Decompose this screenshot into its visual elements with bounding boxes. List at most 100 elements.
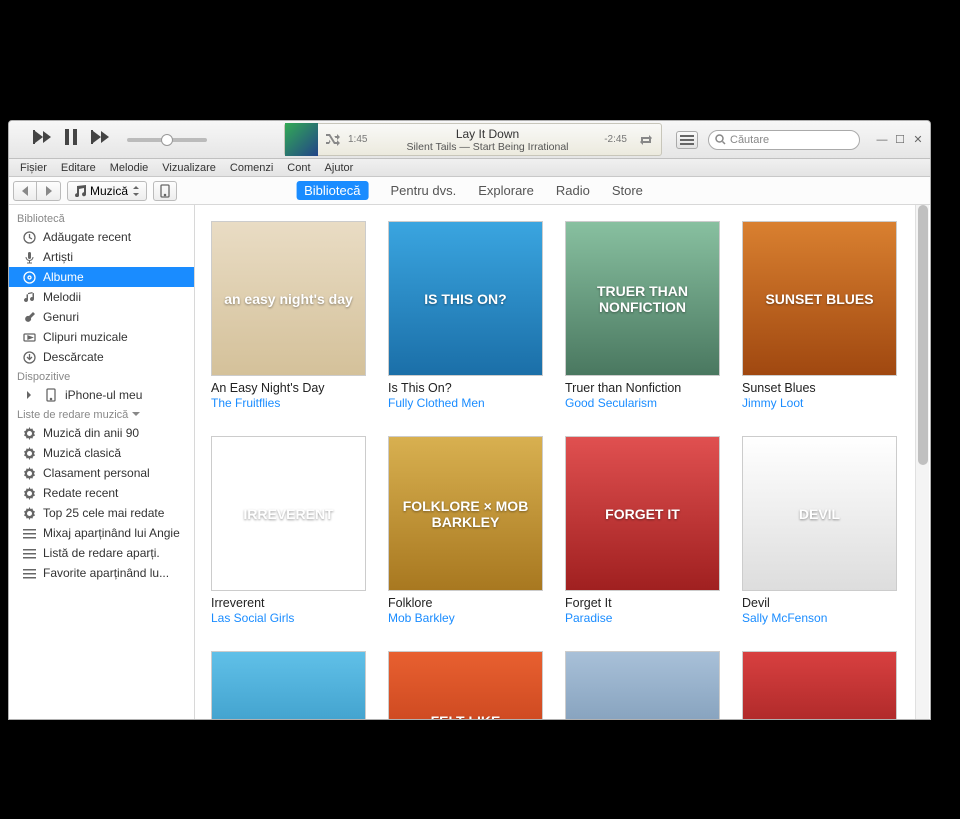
album-artist[interactable]: Good Secularism xyxy=(565,396,720,410)
album-item[interactable]: IRREVERENTIrreverentLas Social Girls xyxy=(211,436,366,625)
album-item[interactable]: FOLKLORE × MOB BARKLEYFolkloreMob Barkle… xyxy=(388,436,543,625)
sidebar-item-label: Artiști xyxy=(43,250,73,264)
sidebar-item-muzic-din-anii-90[interactable]: Muzică din anii 90 xyxy=(9,423,194,443)
forward-button[interactable] xyxy=(37,181,61,201)
menu-fișier[interactable]: Fișier xyxy=(13,162,54,174)
minimize-button[interactable]: — xyxy=(876,134,888,146)
sidebar-item-label: Muzică clasică xyxy=(43,446,121,460)
up-next-button[interactable] xyxy=(676,131,698,149)
album-item[interactable] xyxy=(211,651,366,719)
album-artist[interactable]: Jimmy Loot xyxy=(742,396,897,410)
repeat-icon[interactable] xyxy=(631,134,661,146)
tab-store[interactable]: Store xyxy=(612,181,643,200)
sidebar-item-clipuri-muzicale[interactable]: Clipuri muzicale xyxy=(9,327,194,347)
sidebar-item-top-25-cele-mai-redate[interactable]: Top 25 cele mai redate xyxy=(9,503,194,523)
phone-icon xyxy=(43,388,59,402)
device-button[interactable] xyxy=(153,181,177,201)
album-item[interactable]: TRUER THAN NONFICTION Truer than Nonficti… xyxy=(565,221,720,410)
sidebar-item-label: Mixaj aparținând lui Angie xyxy=(43,526,180,540)
tab-bibliotec-[interactable]: Bibliotecă xyxy=(296,181,368,200)
elapsed-time: 1:45 xyxy=(348,134,372,145)
album-artist[interactable]: Mob Barkley xyxy=(388,611,543,625)
titlebar: 1:45 Lay It Down Silent Tails — Start Be… xyxy=(9,121,930,159)
sidebar-item-mixaj-apar-in-nd-lui-angie[interactable]: Mixaj aparținând lui Angie xyxy=(9,523,194,543)
tab-explorare[interactable]: Explorare xyxy=(478,181,534,200)
album-title: Truer than Nonfiction xyxy=(565,381,720,395)
album-item[interactable]: SUNSET BLUES Sunset BluesJimmy Loot xyxy=(742,221,897,410)
media-kind-popup[interactable]: Muzică xyxy=(67,181,147,201)
list-icon xyxy=(21,567,37,580)
album-cover xyxy=(742,651,897,719)
tab-pentru-dvs-[interactable]: Pentru dvs. xyxy=(390,181,456,200)
search-input[interactable]: Căutare xyxy=(708,130,860,150)
gear-icon xyxy=(21,447,37,460)
callout-line xyxy=(680,0,681,120)
sidebar-item-label: Listă de redare aparți. xyxy=(43,546,160,560)
album-cover: FELT LIKE YESTERDAY xyxy=(388,651,543,719)
now-playing-sub: Silent Tails — Start Being Irrational xyxy=(372,141,603,153)
sidebar-item-muzic-clasic-[interactable]: Muzică clasică xyxy=(9,443,194,463)
menu-ajutor[interactable]: Ajutor xyxy=(318,162,361,174)
sidebar-item-ad-ugate-recent[interactable]: Adăugate recent xyxy=(9,227,194,247)
menu-comenzi[interactable]: Comenzi xyxy=(223,162,280,174)
menu-editare[interactable]: Editare xyxy=(54,162,103,174)
sidebar-item-device[interactable]: iPhone-ul meu xyxy=(9,385,194,405)
sidebar-item-clasament-personal[interactable]: Clasament personal xyxy=(9,463,194,483)
nav-tabs: Bibliotecă Pentru dvs. Explorare Radio Store xyxy=(296,181,643,200)
album-artist[interactable]: Paradise xyxy=(565,611,720,625)
album-artist[interactable]: Fully Clothed Men xyxy=(388,396,543,410)
sidebar-item-albume[interactable]: Albume xyxy=(9,267,194,287)
sidebar-item-arti-ti[interactable]: Artiști xyxy=(9,247,194,267)
menu-cont[interactable]: Cont xyxy=(280,162,317,174)
album-title: Sunset Blues xyxy=(742,381,897,395)
album-title: Forget It xyxy=(565,596,720,610)
album-title: An Easy Night's Day xyxy=(211,381,366,395)
sidebar-item-desc-rcate[interactable]: Descărcate xyxy=(9,347,194,367)
album-item[interactable]: FELT LIKE YESTERDAY xyxy=(388,651,543,719)
album-artist[interactable]: Las Social Girls xyxy=(211,611,366,625)
mic-icon xyxy=(21,251,37,264)
album-item[interactable]: FORGET IT Forget ItParadise xyxy=(565,436,720,625)
sidebar-item-label: Redate recent xyxy=(43,486,118,500)
back-button[interactable] xyxy=(13,181,37,201)
sidebar-item-list-de-redare-apar-i-[interactable]: Listă de redare aparți. xyxy=(9,543,194,563)
close-button[interactable]: ✕ xyxy=(912,134,924,146)
menu-vizualizare[interactable]: Vizualizare xyxy=(155,162,223,174)
album-item[interactable]: DEVILDevilSally McFenson xyxy=(742,436,897,625)
album-item[interactable] xyxy=(565,651,720,719)
sidebar-item-melodii[interactable]: Melodii xyxy=(9,287,194,307)
prev-button[interactable] xyxy=(33,130,51,149)
album-artist[interactable]: The Fruitflies xyxy=(211,396,366,410)
album-cover: an easy night's day xyxy=(211,221,366,376)
sidebar-item-redate-recent[interactable]: Redate recent xyxy=(9,483,194,503)
menu-melodie[interactable]: Melodie xyxy=(103,162,156,174)
album-cover: TRUER THAN NONFICTION xyxy=(565,221,720,376)
tab-radio[interactable]: Radio xyxy=(556,181,590,200)
album-cover: SUNSET BLUES xyxy=(742,221,897,376)
now-playing-lcd[interactable]: 1:45 Lay It Down Silent Tails — Start Be… xyxy=(284,123,662,156)
sidebar-header: Bibliotecă xyxy=(9,209,194,227)
sidebar-item-genuri[interactable]: Genuri xyxy=(9,307,194,327)
album-item[interactable] xyxy=(742,651,897,719)
search-placeholder: Căutare xyxy=(730,134,769,146)
sidebar-item-favorite-apar-in-nd-lu-[interactable]: Favorite aparținând lu... xyxy=(9,563,194,583)
album-title: Folklore xyxy=(388,596,543,610)
callout-line xyxy=(160,0,161,120)
pause-button[interactable] xyxy=(65,129,77,150)
scrollbar[interactable] xyxy=(915,205,929,719)
volume-slider[interactable] xyxy=(127,138,207,142)
sidebar-header: Liste de redare muzică xyxy=(9,405,194,423)
next-button[interactable] xyxy=(91,130,109,149)
album-cover: DEVIL xyxy=(742,436,897,591)
album-cover xyxy=(211,651,366,719)
album-cover: IS THIS ON? xyxy=(388,221,543,376)
album-artist[interactable]: Sally McFenson xyxy=(742,611,897,625)
callout-line xyxy=(154,720,155,819)
album-item[interactable]: IS THIS ON?Is This On?Fully Clothed Men xyxy=(388,221,543,410)
maximize-button[interactable]: ☐ xyxy=(894,134,906,146)
album-cover: FORGET IT xyxy=(565,436,720,591)
shuffle-icon[interactable] xyxy=(318,134,348,146)
album-item[interactable]: an easy night's day An Easy Night's DayTh… xyxy=(211,221,366,410)
sidebar-item-label: Albume xyxy=(43,270,84,284)
guitar-icon xyxy=(21,311,37,324)
